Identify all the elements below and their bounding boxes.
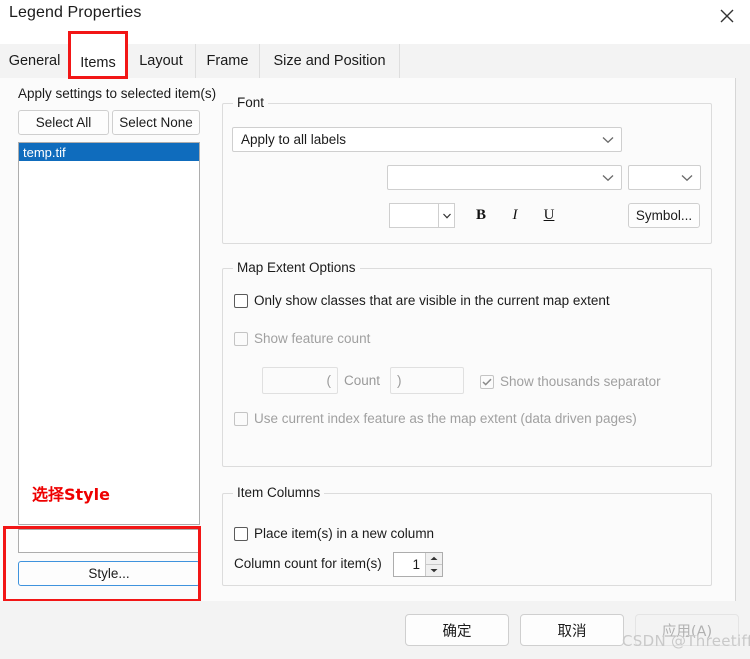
stepper-buttons: [425, 553, 442, 576]
checkbox-icon: [480, 374, 494, 389]
count-placeholder-label: Count: [344, 373, 381, 388]
show-feature-count-checkbox: Show feature count: [234, 331, 370, 346]
checkbox-label: Show thousands separator: [500, 374, 661, 389]
style-button[interactable]: Style...: [18, 561, 200, 586]
content-right-gap: [736, 78, 750, 601]
legend-items-list[interactable]: temp.tif: [18, 142, 200, 525]
checkbox-label: Use current index feature as the map ext…: [254, 411, 637, 426]
check-icon: [482, 374, 492, 389]
page-title: Legend Properties: [9, 4, 142, 21]
checkbox-icon: [234, 293, 248, 308]
checkbox-icon: [234, 331, 248, 346]
select-all-button[interactable]: Select All: [18, 110, 109, 135]
tab-strip-filler: [400, 44, 750, 78]
list-item[interactable]: temp.tif: [19, 143, 199, 161]
italic-button[interactable]: I: [502, 203, 528, 228]
ok-button[interactable]: 确定: [405, 614, 509, 646]
tab-label: Layout: [139, 53, 183, 69]
tab-layout[interactable]: Layout: [127, 44, 196, 78]
select-none-button[interactable]: Select None: [112, 110, 200, 135]
checkbox-icon: [234, 411, 248, 426]
close-button[interactable]: [704, 0, 750, 31]
show-thousands-separator-checkbox: Show thousands separator: [480, 374, 661, 389]
map-extent-group-title: Map Extent Options: [233, 260, 360, 275]
font-name-dropdown[interactable]: [387, 165, 622, 190]
column-count-value: 1: [412, 557, 420, 572]
checkbox-label: Only show classes that are visible in th…: [254, 293, 610, 308]
checkbox-label: Show feature count: [254, 331, 371, 346]
legend-properties-dialog: Legend Properties General Items Layout F…: [0, 0, 750, 659]
apply-button: 应用(A): [635, 614, 739, 646]
apply-settings-label: Apply settings to selected item(s): [18, 86, 217, 101]
tab-size-and-position[interactable]: Size and Position: [260, 44, 400, 78]
annotation-select-style: 选择Style: [32, 485, 110, 504]
tab-label: Size and Position: [273, 53, 386, 69]
tab-items[interactable]: Items: [70, 36, 127, 79]
tab-label: General: [8, 53, 61, 69]
item-columns-group-title: Item Columns: [233, 485, 325, 500]
font-size-dropdown[interactable]: [389, 203, 455, 228]
place-items-new-column-checkbox[interactable]: Place item(s) in a new column: [234, 526, 434, 541]
apply-scope-value: Apply to all labels: [241, 132, 347, 147]
font-group-title: Font: [233, 95, 269, 110]
chevron-down-icon: [438, 204, 454, 227]
symbol-button[interactable]: Symbol...: [628, 203, 700, 228]
count-prefix-field: (: [262, 367, 338, 394]
stepper-up-button[interactable]: [426, 553, 442, 565]
checkbox-label: Place item(s) in a new column: [254, 526, 435, 541]
column-count-label: Column count for item(s): [234, 556, 382, 571]
title-bar: Legend Properties: [0, 0, 750, 31]
font-style-dropdown[interactable]: [628, 165, 701, 190]
tab-label: Frame: [206, 53, 249, 69]
apply-scope-dropdown[interactable]: Apply to all labels: [232, 127, 622, 152]
tab-label: Items: [80, 55, 116, 71]
only-show-visible-classes-checkbox[interactable]: Only show classes that are visible in th…: [234, 293, 610, 308]
tab-frame[interactable]: Frame: [196, 44, 260, 78]
underline-button[interactable]: U: [536, 203, 562, 228]
chevron-down-icon: [674, 174, 700, 182]
bold-button[interactable]: B: [468, 203, 494, 228]
stepper-down-button[interactable]: [426, 565, 442, 576]
cancel-button[interactable]: 取消: [520, 614, 624, 646]
column-count-stepper[interactable]: 1: [393, 552, 443, 577]
checkbox-icon: [234, 526, 248, 541]
tab-general[interactable]: General: [0, 44, 70, 78]
style-name-input[interactable]: [18, 529, 200, 553]
tab-strip: General Items Layout Frame Size and Posi…: [0, 36, 750, 79]
count-suffix-field: ): [390, 367, 464, 394]
close-icon: [720, 9, 734, 23]
chevron-down-icon: [595, 136, 621, 144]
use-index-feature-checkbox: Use current index feature as the map ext…: [234, 411, 637, 426]
dialog-footer: 确定 取消 应用(A): [0, 601, 750, 659]
chevron-down-icon: [595, 174, 621, 182]
